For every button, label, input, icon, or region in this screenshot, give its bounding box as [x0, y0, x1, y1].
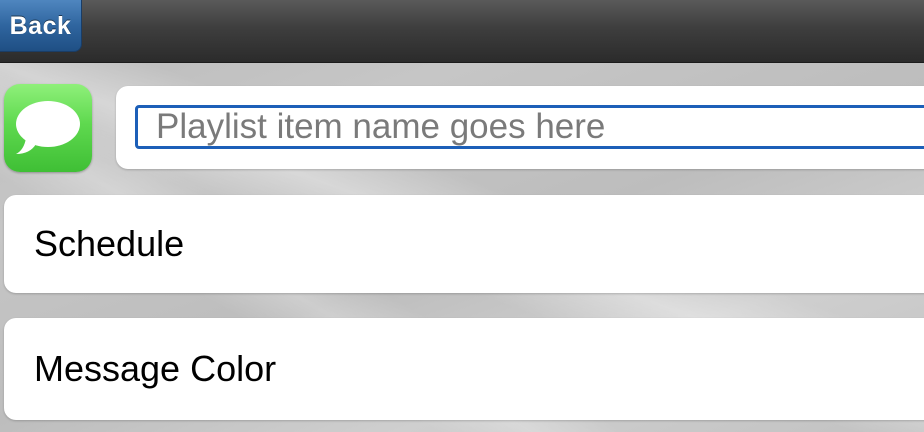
navigation-bar: Back — [0, 0, 924, 63]
message-color-row[interactable]: Message Color — [4, 318, 924, 420]
message-color-label: Message Color — [34, 348, 277, 389]
schedule-label: Schedule — [34, 223, 185, 264]
schedule-row[interactable]: Schedule — [4, 195, 924, 293]
messages-icon — [4, 84, 92, 172]
item-name-input[interactable] — [135, 105, 924, 149]
item-name-card — [116, 86, 924, 169]
back-button[interactable]: Back — [0, 0, 82, 52]
